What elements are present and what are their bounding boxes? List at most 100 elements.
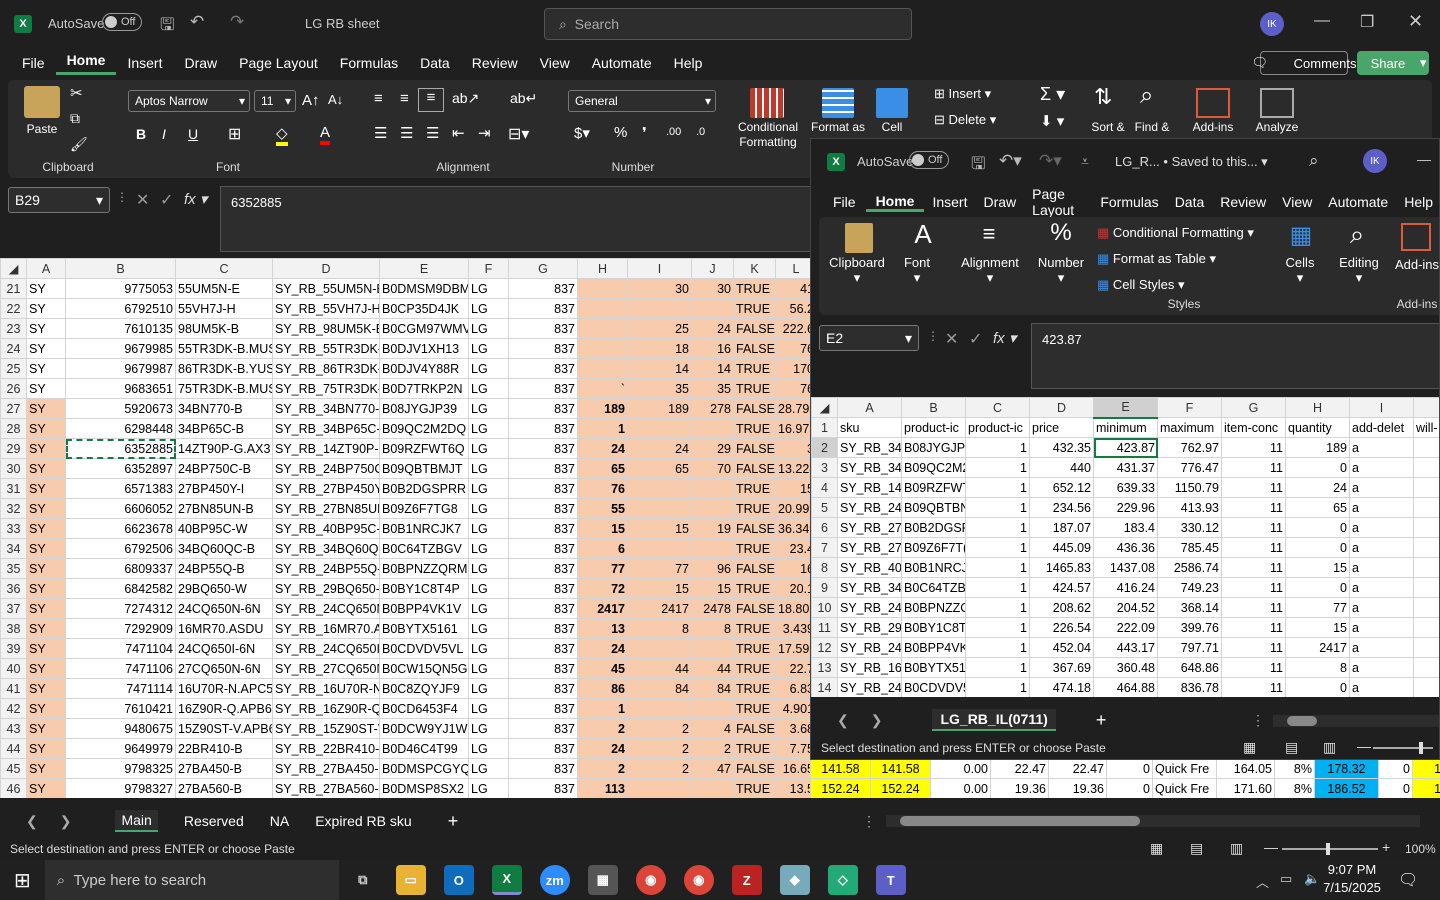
cell[interactable]: 18 (1412, 758, 1440, 779)
cell[interactable] (691, 778, 734, 798)
page-break-view-icon[interactable]: ▥ (1230, 840, 1243, 857)
tab-help[interactable]: Help (663, 55, 714, 71)
cell[interactable]: 2 (577, 718, 628, 739)
cell[interactable]: 2478 (691, 598, 734, 619)
cell[interactable]: 2417 (627, 598, 692, 619)
row-header[interactable]: 31 (0, 478, 27, 499)
cell[interactable]: LG (468, 378, 509, 399)
cell[interactable]: 189 (1285, 437, 1350, 458)
cell[interactable]: 1 (965, 457, 1030, 478)
cell[interactable]: 22.47 (1048, 758, 1107, 779)
cell[interactable]: TRUE (733, 578, 776, 599)
alignment-button[interactable]: Alignment ▾ (955, 255, 1025, 286)
cell[interactable] (691, 478, 734, 499)
cell[interactable]: SY (26, 458, 66, 479)
cell[interactable]: 24 (691, 318, 734, 339)
cell[interactable]: 11 (1221, 677, 1286, 697)
cell[interactable]: LG (468, 578, 509, 599)
cell[interactable]: B0B2DGSP (901, 517, 966, 538)
cell[interactable]: LG (468, 658, 509, 679)
tab-file[interactable]: File (811, 194, 866, 210)
cell[interactable]: 77 (627, 558, 692, 579)
add-sheet-icon[interactable]: + (1096, 710, 1107, 731)
cell[interactable]: LG (468, 538, 509, 559)
cell[interactable]: 15 (627, 578, 692, 599)
row-header[interactable]: 28 (0, 418, 27, 439)
cell[interactable]: a (1349, 617, 1414, 638)
underline-icon[interactable]: U (188, 126, 198, 142)
number-button[interactable]: Number ▾ (1031, 255, 1091, 286)
zoom-slider[interactable] (1282, 843, 1378, 855)
cell[interactable] (627, 298, 692, 319)
cell[interactable]: 11 (1221, 657, 1286, 678)
cell[interactable]: 24 (1285, 477, 1350, 498)
cell[interactable]: 9798325 (65, 758, 176, 779)
cell[interactable]: SY_RB_24CQ650I- (272, 638, 380, 659)
format-painter-icon[interactable]: 🖌 (70, 136, 88, 153)
decrease-indent-icon[interactable]: ⇤ (452, 124, 465, 142)
number-icon[interactable]: % (1041, 219, 1081, 247)
cell[interactable]: 22.47 (990, 758, 1049, 779)
cell[interactable]: 8% (1274, 758, 1315, 779)
row-header[interactable]: 2 (811, 437, 838, 458)
font-name-select[interactable]: Aptos Narrow ▾ (128, 90, 250, 112)
name-box[interactable]: E2 ▾ (819, 325, 919, 351)
align-bottom-icon[interactable]: ≡ (418, 88, 444, 112)
cell[interactable] (627, 498, 692, 519)
row-header[interactable]: 24 (0, 338, 27, 359)
cell[interactable]: 837 (508, 438, 578, 459)
cell[interactable]: 837 (508, 618, 578, 639)
cell[interactable]: 19 (1412, 778, 1440, 798)
cell[interactable]: 3.439 (775, 618, 810, 639)
cell[interactable]: 19 (691, 518, 734, 539)
page-layout-view-icon[interactable]: ▤ (1285, 739, 1298, 756)
cell[interactable]: SY_RB_14ZT90P-G (272, 438, 380, 459)
cell[interactable]: 2 (627, 718, 692, 739)
row-header[interactable]: 1 (811, 417, 838, 438)
task-view-icon[interactable]: ⧉ (348, 865, 378, 895)
row-header[interactable]: 6 (811, 517, 838, 538)
cell[interactable] (627, 698, 692, 719)
cells-button[interactable]: Cells ▾ (1275, 255, 1325, 286)
insert-cells-button[interactable]: ⊞ Insert ▾ (934, 86, 991, 102)
cell[interactable]: 65 (1285, 497, 1350, 518)
cell[interactable]: 330.12 (1157, 517, 1222, 538)
cell[interactable]: 0 (1285, 577, 1350, 598)
cell[interactable]: LG (468, 758, 509, 779)
cell[interactable]: 837 (508, 418, 578, 439)
cell[interactable]: SY (26, 478, 66, 499)
cell[interactable]: LG (468, 698, 509, 719)
column-header[interactable]: E (1093, 397, 1158, 419)
format-as-table-icon[interactable] (822, 88, 854, 118)
tab-automate[interactable]: Automate (1320, 194, 1396, 210)
cell[interactable]: 41 (775, 278, 810, 299)
cell[interactable]: 762.97 (1157, 437, 1222, 458)
column-header[interactable]: C (175, 258, 273, 279)
enter-icon[interactable]: ✓ (160, 190, 173, 210)
cell[interactable]: B0B2DGSPRR (379, 478, 469, 499)
cell[interactable]: 76 (775, 378, 810, 399)
app2-icon[interactable]: ◇ (827, 865, 858, 895)
fill-color-icon[interactable]: ◇ (276, 124, 288, 146)
cell[interactable]: 222.6 (775, 318, 810, 339)
cell[interactable]: FALSE (733, 758, 776, 779)
cell[interactable]: quantity (1285, 417, 1350, 438)
cell[interactable]: SY (26, 398, 66, 419)
find-select-icon[interactable]: ⌕ (1140, 82, 1153, 110)
cell[interactable]: item-conc (1221, 417, 1286, 438)
cell[interactable]: B08JYGJP39 (379, 398, 469, 419)
cell[interactable]: 639.33 (1093, 477, 1158, 498)
column-header[interactable]: I (1349, 397, 1414, 418)
cell[interactable]: 424.57 (1029, 577, 1094, 598)
cell[interactable]: LG (468, 438, 509, 459)
cell[interactable]: 11 (1221, 617, 1286, 638)
column-header[interactable]: K (733, 258, 776, 279)
cell[interactable]: SY_RB_40E (837, 557, 902, 578)
column-header[interactable]: A (26, 258, 66, 279)
cell[interactable]: SY (26, 618, 66, 639)
cell[interactable]: B0BYTX51( (901, 657, 966, 678)
formula-input[interactable]: 423.87 (1031, 323, 1439, 389)
cell[interactable]: TRUE (733, 638, 776, 659)
cell[interactable]: 6 (577, 538, 628, 559)
cell[interactable]: SY_RB_75TR3DK-B (272, 378, 380, 399)
